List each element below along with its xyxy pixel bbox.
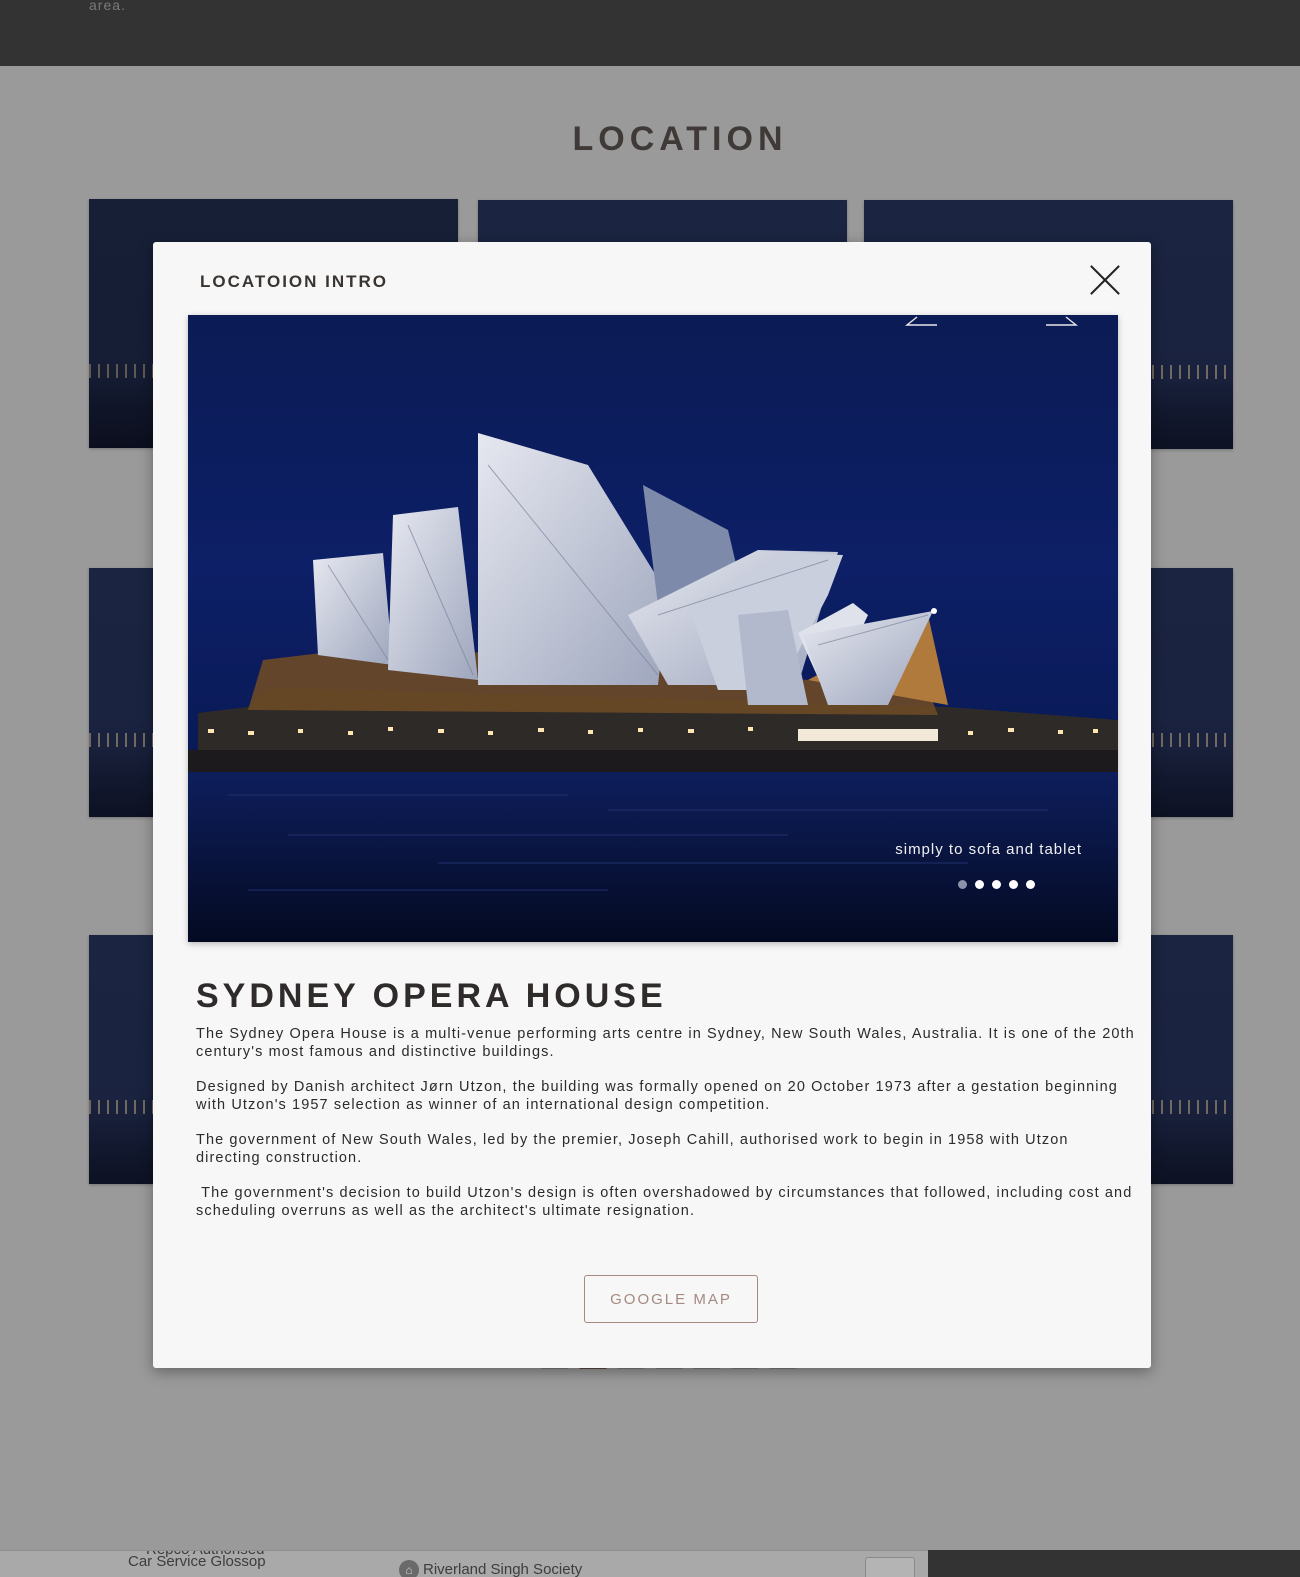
slide-dot[interactable] xyxy=(992,880,1001,889)
top-band: area. xyxy=(0,0,1300,66)
top-fade-text: area. xyxy=(89,0,126,13)
section-title: LOCATION xyxy=(572,120,788,158)
google-map-button[interactable]: GOOGLE MAP xyxy=(584,1275,758,1323)
map-control-button[interactable] xyxy=(865,1557,915,1577)
description-paragraph: Designed by Danish architect Jørn Utzon,… xyxy=(196,1079,1118,1113)
description-paragraph: The government's decision to build Utzon… xyxy=(196,1185,1138,1219)
description-paragraph: The Sydney Opera House is a multi-venue … xyxy=(196,1026,1135,1060)
arrow-left-icon[interactable] xyxy=(905,315,937,331)
map-poi-icon: ⌂ xyxy=(399,1560,419,1577)
embedded-map[interactable]: Repco Authorised Car Service Glossop ⌂ R… xyxy=(0,1550,928,1577)
slide-dots xyxy=(958,880,1035,889)
slide-dot[interactable] xyxy=(1009,880,1018,889)
map-place-label: Car Service Glossop xyxy=(128,1553,266,1570)
location-intro-modal: LOCATOION INTRO simply to sofa and table… xyxy=(153,242,1151,1368)
close-icon[interactable] xyxy=(1091,266,1119,294)
map-place-label: Riverland Singh Society xyxy=(423,1561,583,1577)
modal-title: LOCATOION INTRO xyxy=(200,272,389,291)
location-description: The Sydney Opera House is a multi-venue … xyxy=(196,1025,1136,1237)
slide-caption: simply to sofa and tablet xyxy=(895,841,1082,858)
location-heading: SYDNEY OPERA HOUSE xyxy=(196,977,667,1015)
slide-dot[interactable] xyxy=(975,880,984,889)
slide-dot[interactable] xyxy=(1026,880,1035,889)
slide-dot-active[interactable] xyxy=(958,880,967,889)
footer-band xyxy=(928,1550,1300,1577)
arrow-right-icon[interactable] xyxy=(1046,315,1078,331)
image-slider: simply to sofa and tablet xyxy=(188,315,1118,942)
description-paragraph: The government of New South Wales, led b… xyxy=(196,1132,1069,1166)
